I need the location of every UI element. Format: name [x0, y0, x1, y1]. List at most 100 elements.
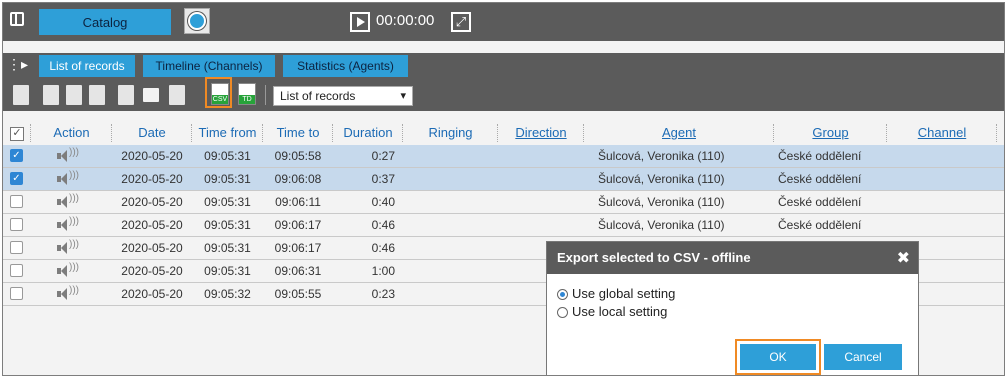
- radio-local-setting[interactable]: Use local setting: [557, 304, 667, 319]
- audio-wave-icon: ))): [69, 216, 79, 227]
- header-group[interactable]: Group: [774, 121, 887, 145]
- cell-date: 2020-05-20: [121, 241, 183, 255]
- audio-wave-icon: ))): [69, 285, 79, 296]
- close-icon[interactable]: ✖: [897, 248, 910, 268]
- playback-timer: 00:00:00: [376, 12, 435, 29]
- play-audio-icon[interactable]: [57, 173, 67, 185]
- table-row[interactable]: ))) 2020-05-20 09:05:31 09:06:17 0:46 Šulcová…: [3, 214, 1004, 237]
- header-time-to[interactable]: Time to: [263, 121, 333, 145]
- row-checkbox[interactable]: [10, 287, 23, 300]
- archive-all-icon[interactable]: [66, 85, 82, 105]
- row-checkbox[interactable]: [10, 241, 23, 254]
- cell-date: 2020-05-20: [121, 195, 183, 209]
- cell-group: České oddělení: [778, 172, 862, 186]
- sidebar-toggle-icon[interactable]: ⋮▸: [7, 56, 28, 73]
- row-checkbox[interactable]: ✓: [10, 149, 23, 162]
- audio-wave-icon: ))): [69, 170, 79, 181]
- row-checkbox[interactable]: [10, 195, 23, 208]
- cell-duration: 0:40: [371, 195, 395, 209]
- settings-file-icon[interactable]: [169, 85, 185, 105]
- play-audio-icon[interactable]: [57, 219, 67, 231]
- archive-icon[interactable]: [43, 85, 59, 105]
- row-checkbox[interactable]: ✓: [10, 172, 23, 185]
- ok-highlight: [735, 339, 821, 375]
- export-csv-dialog: Export selected to CSV - offline ✖ Use g…: [546, 241, 919, 375]
- audio-wave-icon: ))): [69, 193, 79, 204]
- header-agent[interactable]: Agent: [584, 121, 774, 145]
- mail-icon[interactable]: [143, 88, 159, 102]
- row-checkbox[interactable]: [10, 264, 23, 277]
- cell-agent: Šulcová, Veronika (110): [598, 195, 725, 209]
- csv-highlight: [205, 77, 232, 108]
- header-channel[interactable]: Channel: [887, 121, 997, 145]
- cell-time-from: 09:05:31: [204, 195, 251, 209]
- export-td-icon[interactable]: TD: [238, 83, 256, 105]
- cell-agent: Šulcová, Veronika (110): [598, 172, 725, 186]
- toolbar-divider: [265, 85, 266, 105]
- radio-local-label: Use local setting: [572, 304, 668, 319]
- cell-agent: Šulcová, Veronika (110): [598, 218, 725, 232]
- play-audio-icon[interactable]: [57, 196, 67, 208]
- expand-icon[interactable]: ⤢: [451, 12, 471, 32]
- cell-duration: 0:37: [371, 172, 395, 186]
- table-row[interactable]: ✓))) 2020-05-20 09:05:31 09:05:58 0:27 Šulcov…: [3, 145, 1004, 168]
- play-audio-icon[interactable]: [57, 242, 67, 254]
- cell-time-to: 09:06:11: [275, 195, 321, 209]
- toolbar: CSV TD List of records: [3, 77, 1004, 111]
- audio-wave-icon: ))): [69, 262, 79, 273]
- play-icon[interactable]: [350, 12, 370, 32]
- cell-time-from: 09:05:31: [204, 264, 251, 278]
- panel-toggle-icon[interactable]: [10, 12, 24, 26]
- header-check-col: [3, 121, 31, 145]
- radio-global-setting[interactable]: Use global setting: [557, 286, 675, 301]
- tab-catalog[interactable]: Catalog: [39, 9, 171, 35]
- cell-time-to: 09:05:58: [274, 149, 322, 163]
- header-action[interactable]: Action: [31, 121, 112, 145]
- cell-duration: 0:23: [371, 287, 395, 301]
- table-row[interactable]: ))) 2020-05-20 09:05:31 09:06:11 0:40 Šulcová…: [3, 191, 1004, 214]
- cell-time-to: 09:06:31: [274, 264, 322, 278]
- cell-time-from: 09:05:31: [204, 241, 251, 255]
- tab-list-of-records[interactable]: List of records: [39, 55, 135, 77]
- play-audio-icon[interactable]: [57, 265, 67, 277]
- radio-unselected-icon[interactable]: [557, 307, 568, 319]
- header-direction[interactable]: Direction: [498, 121, 584, 145]
- table-row[interactable]: ✓))) 2020-05-20 09:05:31 09:06:08 0:37 Šulcov…: [3, 168, 1004, 191]
- app-window: Catalog 00:00:00 ⤢ ⋮▸ List of records Ti…: [2, 2, 1005, 376]
- header-ringing[interactable]: Ringing: [403, 121, 498, 145]
- cell-date: 2020-05-20: [121, 172, 183, 186]
- audio-wave-icon: ))): [69, 147, 79, 158]
- export-record-icon[interactable]: [13, 85, 29, 105]
- camera-icon[interactable]: [184, 8, 210, 34]
- header-date[interactable]: Date: [112, 121, 192, 145]
- cell-group: České oddělení: [778, 195, 862, 209]
- cell-time-from: 09:05:32: [204, 287, 251, 301]
- header-duration[interactable]: Duration: [333, 121, 403, 145]
- cell-duration: 0:46: [371, 241, 395, 255]
- radio-global-label: Use global setting: [572, 286, 676, 301]
- cell-time-to: 09:06:17: [274, 218, 322, 232]
- header-time-from[interactable]: Time from: [192, 121, 263, 145]
- view-select[interactable]: List of records: [273, 86, 413, 106]
- play-audio-icon[interactable]: [57, 150, 67, 162]
- top-bar: Catalog 00:00:00 ⤢: [3, 3, 1004, 41]
- cell-time-to: 09:06:08: [274, 172, 322, 186]
- cell-time-from: 09:05:31: [204, 218, 251, 232]
- cancel-button[interactable]: Cancel: [824, 344, 902, 370]
- tab-statistics-agents[interactable]: Statistics (Agents): [283, 55, 408, 77]
- radio-selected-icon[interactable]: [557, 289, 568, 301]
- cell-date: 2020-05-20: [121, 218, 183, 232]
- cell-group: České oddělení: [778, 149, 862, 163]
- cell-duration: 0:46: [371, 218, 395, 232]
- cell-duration: 0:27: [371, 149, 395, 163]
- play-audio-icon[interactable]: [57, 288, 67, 300]
- tab-timeline-channels[interactable]: Timeline (Channels): [143, 55, 275, 77]
- cell-time-from: 09:05:31: [204, 172, 251, 186]
- cell-time-from: 09:05:31: [204, 149, 251, 163]
- archive-selected-icon[interactable]: [89, 85, 105, 105]
- cell-group: České oddělení: [778, 218, 862, 232]
- download-icon[interactable]: [118, 85, 134, 105]
- cell-time-to: 09:06:17: [274, 241, 322, 255]
- row-checkbox[interactable]: [10, 218, 23, 231]
- audio-wave-icon: ))): [69, 239, 79, 250]
